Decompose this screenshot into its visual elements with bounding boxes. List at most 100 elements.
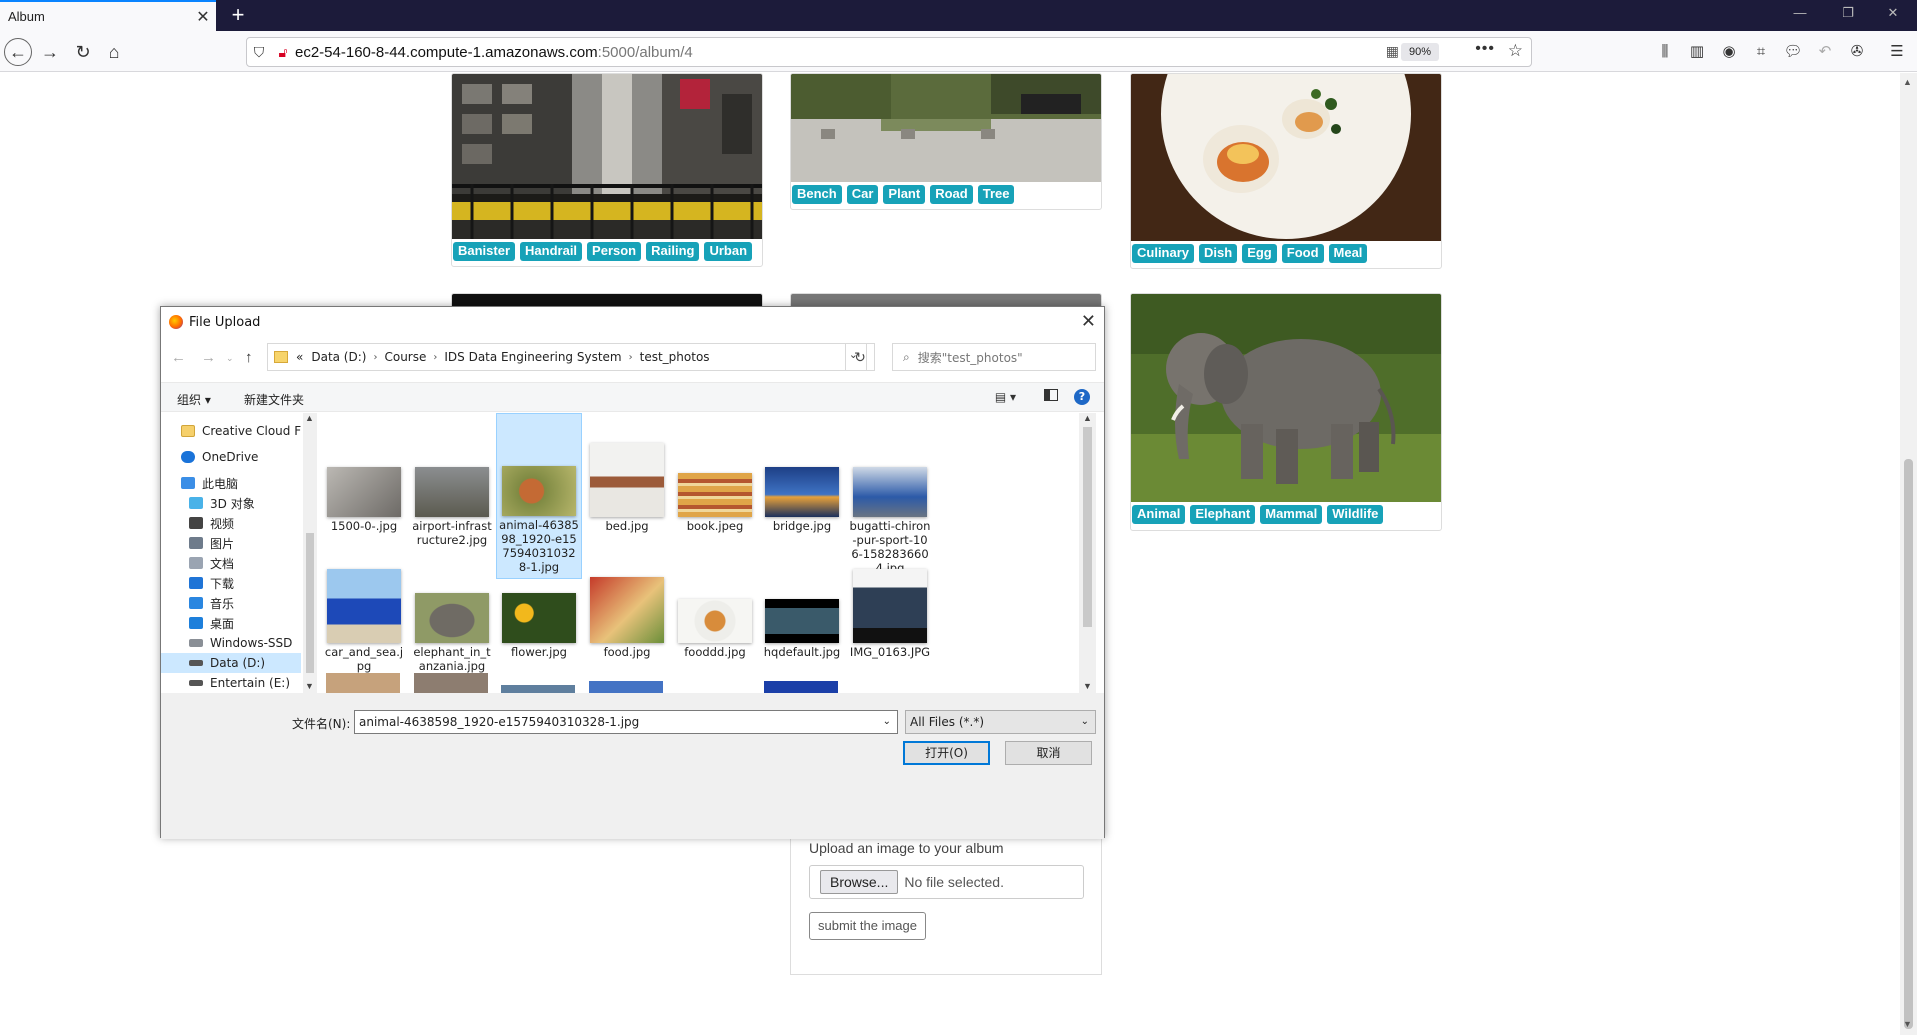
tab-album[interactable]: Album ✕: [0, 0, 216, 31]
close-icon[interactable]: ✕: [1081, 311, 1096, 332]
qr-code-icon[interactable]: ▦: [1386, 43, 1399, 60]
filename-input[interactable]: animal-4638598_1920-e1575940310328-1.jpg…: [354, 710, 898, 734]
browse-button[interactable]: Browse...: [820, 870, 899, 894]
cancel-button[interactable]: 取消: [1005, 741, 1092, 765]
nav-item-data-d[interactable]: Data (D:): [161, 653, 301, 673]
help-icon[interactable]: ?: [1074, 389, 1090, 405]
page-actions-icon[interactable]: •••: [1475, 40, 1495, 58]
file-item[interactable]: IMG_0163.JPG: [847, 543, 933, 663]
nav-item-downloads[interactable]: 下载: [161, 573, 301, 593]
nav-pane-scrollbar[interactable]: ▲ ▼: [303, 413, 317, 693]
url-bar[interactable]: ⛉ 🔓︎ ec2-54-160-8-44.compute-1.amazonaws…: [246, 37, 1532, 67]
nav-item-videos[interactable]: 视频: [161, 513, 301, 533]
view-options-icon[interactable]: ▤ ▾: [995, 390, 1016, 404]
tag-badge[interactable]: Banister: [453, 242, 516, 261]
tab-close-icon[interactable]: ✕: [190, 7, 216, 27]
filetype-select[interactable]: All Files (*.*) ⌄: [905, 710, 1096, 734]
file-grid-scrollbar[interactable]: ▲ ▼: [1079, 413, 1096, 693]
file-thumbnail[interactable]: [414, 673, 488, 693]
breadcrumb-item[interactable]: Course: [384, 350, 426, 364]
refresh-icon[interactable]: ↻: [845, 343, 875, 371]
breadcrumb-overflow[interactable]: «: [296, 350, 303, 364]
library-icon[interactable]: ⫼: [1654, 41, 1676, 63]
nav-item-pictures[interactable]: 图片: [161, 533, 301, 553]
chevron-right-icon[interactable]: ›: [433, 352, 437, 363]
insecure-lock-icon[interactable]: 🔓︎: [271, 44, 295, 61]
file-item[interactable]: food.jpg: [584, 543, 670, 663]
tag-badge[interactable]: Person: [587, 242, 642, 261]
restore-button[interactable]: ❐: [1828, 5, 1868, 25]
scroll-down-icon[interactable]: ▼: [1903, 1019, 1912, 1029]
elephant-photo[interactable]: [1131, 294, 1441, 502]
nav-item-this-pc[interactable]: 此电脑: [161, 473, 301, 493]
tag-badge[interactable]: Bench: [792, 185, 842, 204]
nav-item-3d-objects[interactable]: 3D 对象: [161, 493, 301, 513]
breadcrumb-item[interactable]: test_photos: [640, 350, 710, 364]
breadcrumb-item[interactable]: Data (D:): [311, 350, 366, 364]
undo-icon[interactable]: ↶: [1814, 41, 1836, 63]
file-thumbnail[interactable]: [326, 673, 400, 693]
food-photo[interactable]: [1131, 74, 1441, 241]
chat-icon[interactable]: 💬︎: [1782, 41, 1804, 63]
reload-icon[interactable]: ↻: [70, 39, 96, 65]
breadcrumb-item[interactable]: IDS Data Engineering System: [444, 350, 621, 364]
new-tab-button[interactable]: +: [226, 3, 250, 27]
up-folder-icon[interactable]: ↑: [245, 349, 253, 366]
file-thumbnail[interactable]: [501, 685, 575, 693]
chevron-down-icon[interactable]: ⌄: [1081, 711, 1089, 733]
forward-arrow-icon[interactable]: →: [37, 39, 63, 65]
forward-arrow-icon[interactable]: →: [201, 349, 216, 366]
organize-button[interactable]: 组织 ▾: [177, 391, 211, 408]
extension-icon[interactable]: ✇: [1846, 41, 1868, 63]
back-arrow-icon[interactable]: ←: [171, 349, 186, 366]
file-item[interactable]: elephant_in_tanzania.jpg: [409, 543, 495, 677]
chevron-down-icon[interactable]: ⌄: [883, 711, 891, 733]
tag-badge[interactable]: Tree: [977, 185, 1015, 204]
nav-item-desktop[interactable]: 桌面: [161, 613, 301, 633]
file-thumbnail[interactable]: [764, 681, 838, 693]
photo-card-plaza[interactable]: Bench Car Plant Road Tree: [790, 73, 1102, 210]
chevron-right-icon[interactable]: ›: [373, 352, 377, 363]
minimize-button[interactable]: —: [1780, 5, 1820, 25]
nav-item-documents[interactable]: 文档: [161, 553, 301, 573]
screenshot-icon[interactable]: ⌗: [1750, 41, 1772, 63]
tag-badge[interactable]: Dish: [1199, 244, 1238, 263]
tag-badge[interactable]: Food: [1281, 244, 1324, 263]
tag-badge[interactable]: Meal: [1328, 244, 1368, 263]
tag-badge[interactable]: Egg: [1242, 244, 1277, 263]
file-thumbnail[interactable]: [589, 681, 663, 693]
tag-badge[interactable]: Handrail: [520, 242, 583, 261]
tag-badge[interactable]: Road: [930, 185, 973, 204]
nav-item-music[interactable]: 音乐: [161, 593, 301, 613]
dialog-titlebar[interactable]: File Upload ✕: [161, 307, 1104, 337]
file-scroll-thumb[interactable]: [1083, 427, 1092, 627]
file-item[interactable]: bridge.jpg: [759, 417, 845, 537]
chevron-up-icon[interactable]: ▲: [305, 413, 314, 423]
chevron-down-icon[interactable]: ▼: [305, 681, 314, 691]
tag-badge[interactable]: Culinary: [1132, 244, 1195, 263]
nav-item-entertain-e[interactable]: Entertain (E:): [161, 673, 301, 693]
chevron-up-icon[interactable]: ▲: [1083, 413, 1092, 423]
tag-badge[interactable]: Urban: [704, 242, 753, 261]
menu-icon[interactable]: ☰: [1886, 41, 1908, 63]
file-item[interactable]: flower.jpg: [496, 543, 582, 663]
submit-image-button[interactable]: submit the image: [809, 912, 926, 940]
chevron-right-icon[interactable]: ›: [629, 352, 633, 363]
nav-item-onedrive[interactable]: OneDrive: [161, 447, 301, 467]
page-scrollbar[interactable]: ▲ ▼: [1900, 73, 1917, 1035]
tag-badge[interactable]: Plant: [883, 185, 926, 204]
file-input[interactable]: Browse... No file selected.: [809, 865, 1084, 899]
file-item[interactable]: book.jpeg: [672, 417, 758, 537]
back-arrow-icon[interactable]: ←: [4, 38, 32, 66]
file-item[interactable]: hqdefault.jpg: [759, 543, 845, 663]
nav-item-windows-ssd[interactable]: Windows-SSD: [161, 633, 301, 653]
new-folder-button[interactable]: 新建文件夹: [244, 391, 304, 408]
search-input[interactable]: ⌕ 搜索"test_photos": [892, 343, 1096, 371]
tag-badge[interactable]: Wildlife: [1327, 505, 1384, 524]
tag-badge[interactable]: Railing: [646, 242, 700, 261]
account-icon[interactable]: ◉: [1718, 41, 1740, 63]
file-item[interactable]: airport-infrastructure2.jpg: [409, 417, 495, 551]
preview-pane-icon[interactable]: [1044, 389, 1058, 401]
tracking-shield-icon[interactable]: ⛉: [247, 44, 271, 61]
photo-card-street[interactable]: Banister Handrail Person Railing Urban: [451, 73, 763, 267]
